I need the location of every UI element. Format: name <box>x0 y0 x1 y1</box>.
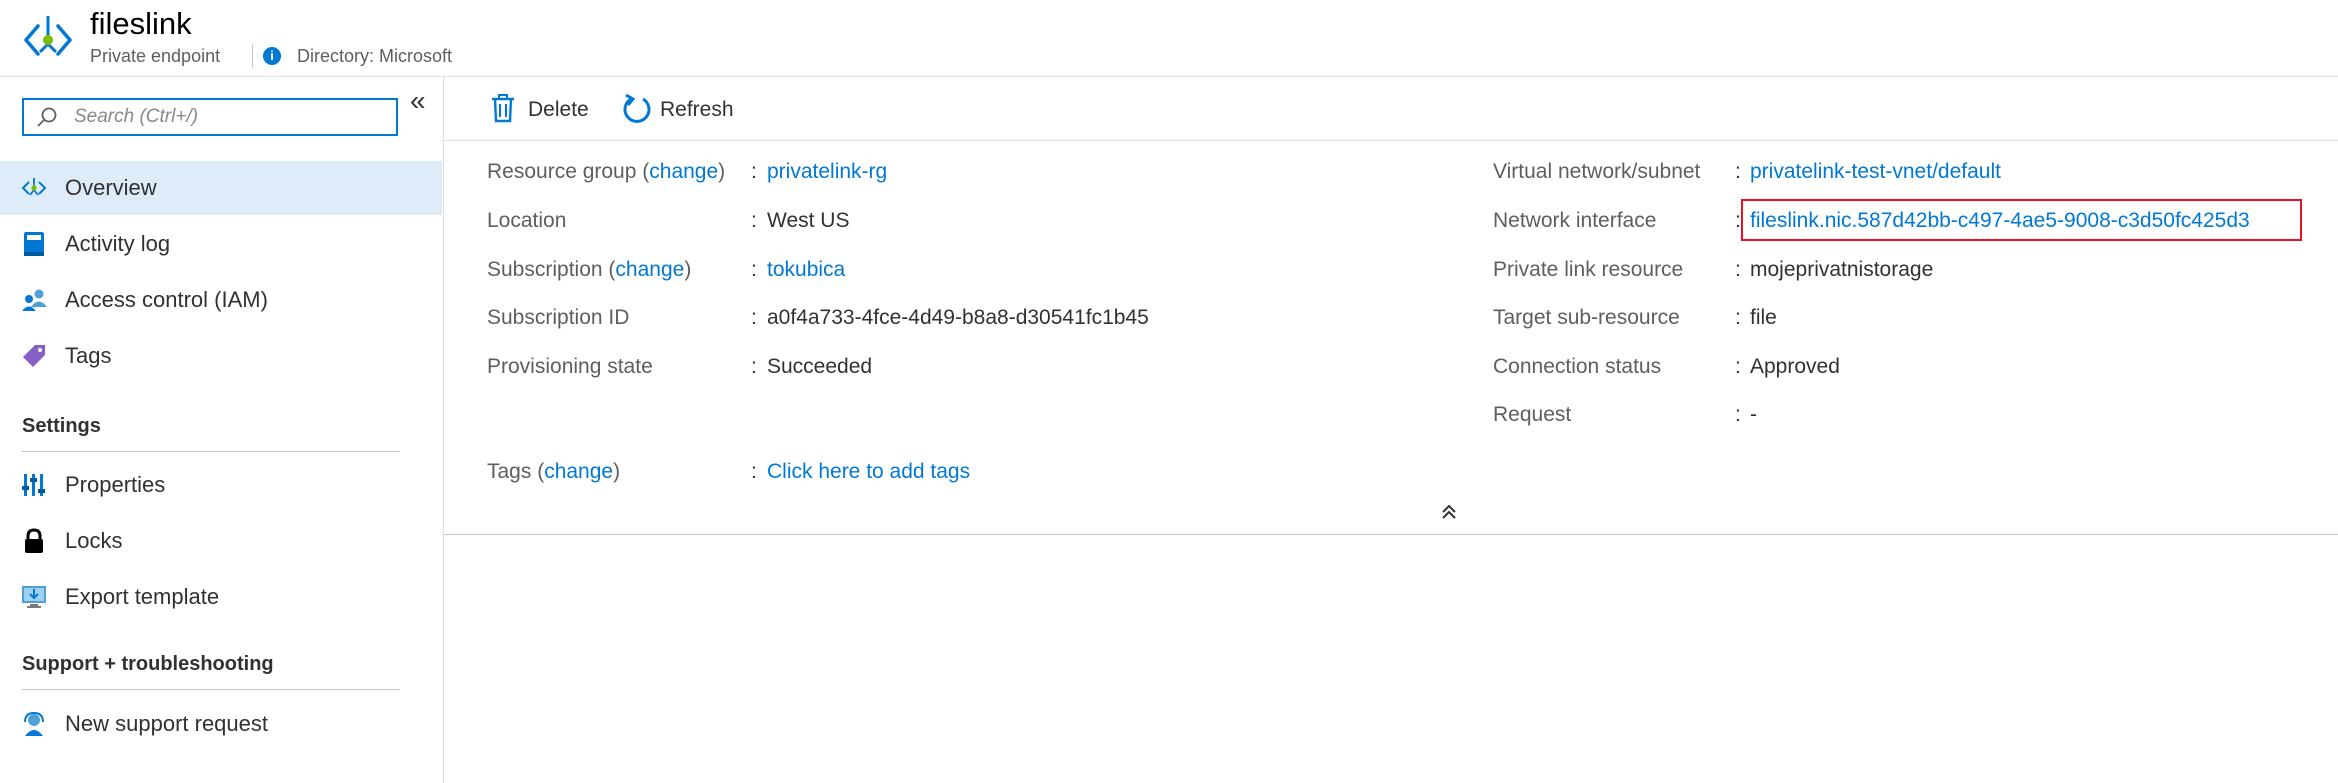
delete-button[interactable]: Delete <box>490 89 600 127</box>
resource-menu: « Overview Activity log Access control (… <box>0 77 444 783</box>
provisioning-state-label: Provisioning state <box>487 355 653 378</box>
subscription-id-value: a0f4a733-4fce-4d49-b8a8-d30541fc1b45 <box>767 306 1149 329</box>
overview-icon <box>21 178 47 196</box>
colon: : <box>1735 355 1741 378</box>
page-title: fileslink <box>90 6 192 41</box>
colon: : <box>751 258 757 281</box>
delete-label: Delete <box>528 98 589 121</box>
private-endpoint-icon <box>24 16 72 56</box>
refresh-icon <box>623 93 651 123</box>
menu-search-box[interactable] <box>22 98 398 136</box>
lock-icon <box>25 528 43 553</box>
network-interface-label: Network interface <box>1493 209 1657 232</box>
colon: : <box>1735 160 1741 183</box>
change-subscription-link[interactable]: change <box>615 258 684 281</box>
section-divider <box>22 451 400 452</box>
nav-item-tags[interactable]: Tags <box>0 329 442 383</box>
location-label: Location <box>487 209 567 232</box>
vnet-subnet-label: Virtual network/subnet <box>1493 160 1701 183</box>
page-subtitle: Private endpoint <box>90 46 221 66</box>
colon: : <box>1735 258 1741 281</box>
nav-item-overview[interactable]: Overview <box>0 161 442 215</box>
colon: : <box>1735 209 1741 232</box>
subscription-label: Subscription (change) <box>487 258 692 281</box>
location-value: West US <box>767 209 850 232</box>
private-link-resource-value: mojeprivatnistorage <box>1750 258 1934 281</box>
nav-label: Tags <box>65 343 112 368</box>
target-sub-resource-value: file <box>1750 306 1777 329</box>
activity-log-icon <box>24 232 44 256</box>
support-request-icon <box>24 711 44 736</box>
collapse-essentials-icon[interactable] <box>1438 500 1460 524</box>
colon: : <box>1735 306 1741 329</box>
colon: : <box>751 355 757 378</box>
blade-header: fileslink Private endpoint i Directory: … <box>0 0 2338 77</box>
section-header-settings: Settings <box>22 415 101 437</box>
section-divider <box>22 689 400 690</box>
collapse-menu-button[interactable]: « <box>410 87 426 115</box>
trash-icon <box>492 94 514 123</box>
directory-label: Directory: Microsoft <box>297 46 453 66</box>
section-header-support: Support + troubleshooting <box>22 653 274 675</box>
resource-group-link[interactable]: privatelink-rg <box>767 160 887 184</box>
network-interface-link[interactable]: fileslink.nic.587d42bb-c497-4ae5-9008-c3… <box>1750 209 2250 233</box>
search-input[interactable] <box>74 104 384 130</box>
nav-label: Locks <box>65 528 123 553</box>
subscription-id-label: Subscription ID <box>487 306 630 329</box>
nav-label: Access control (IAM) <box>65 287 268 312</box>
refresh-button[interactable]: Refresh <box>622 89 752 127</box>
request-value: - <box>1750 403 1757 426</box>
colon: : <box>751 460 757 483</box>
header-divider <box>252 44 253 68</box>
nav-label: Properties <box>65 472 166 497</box>
iam-icon <box>22 289 47 311</box>
command-bar: Delete Refresh <box>444 77 2338 141</box>
subscription-link[interactable]: tokubica <box>767 258 845 282</box>
info-icon[interactable]: i <box>263 47 281 65</box>
nav-label: Export template <box>65 584 220 609</box>
provisioning-state-value: Succeeded <box>767 355 873 378</box>
change-resource-group-link[interactable]: change <box>649 160 718 183</box>
target-sub-resource-label: Target sub-resource <box>1493 306 1680 329</box>
properties-icon <box>22 474 45 496</box>
colon: : <box>1735 403 1741 426</box>
nav-item-iam[interactable]: Access control (IAM) <box>0 273 442 327</box>
nav-label: New support request <box>65 711 268 736</box>
nav-item-export-template[interactable]: Export template <box>0 570 442 624</box>
essentials-divider <box>444 534 2338 535</box>
resource-group-label: Resource group (change) <box>487 160 726 183</box>
nav-item-activity-log[interactable]: Activity log <box>0 217 442 271</box>
colon: : <box>751 306 757 329</box>
tag-icon <box>23 345 45 367</box>
vnet-subnet-link[interactable]: privatelink-test-vnet/default <box>1750 160 2001 184</box>
add-tags-link[interactable]: Click here to add tags <box>767 460 970 484</box>
tags-label: Tags (change) <box>487 460 621 483</box>
export-template-icon <box>22 586 46 608</box>
request-label: Request <box>1493 403 1572 426</box>
connection-status-value: Approved <box>1750 355 1840 378</box>
search-icon <box>37 107 57 127</box>
colon: : <box>751 209 757 232</box>
connection-status-label: Connection status <box>1493 355 1662 378</box>
nav-item-new-support-request[interactable]: New support request <box>0 697 442 751</box>
nav-label: Overview <box>65 175 157 200</box>
change-tags-link[interactable]: change <box>544 460 613 483</box>
nav-item-properties[interactable]: Properties <box>0 458 442 512</box>
refresh-label: Refresh <box>660 98 734 121</box>
private-link-resource-label: Private link resource <box>1493 258 1684 281</box>
nav-label: Activity log <box>65 231 171 256</box>
nav-item-locks[interactable]: Locks <box>0 514 442 568</box>
colon: : <box>751 160 757 183</box>
